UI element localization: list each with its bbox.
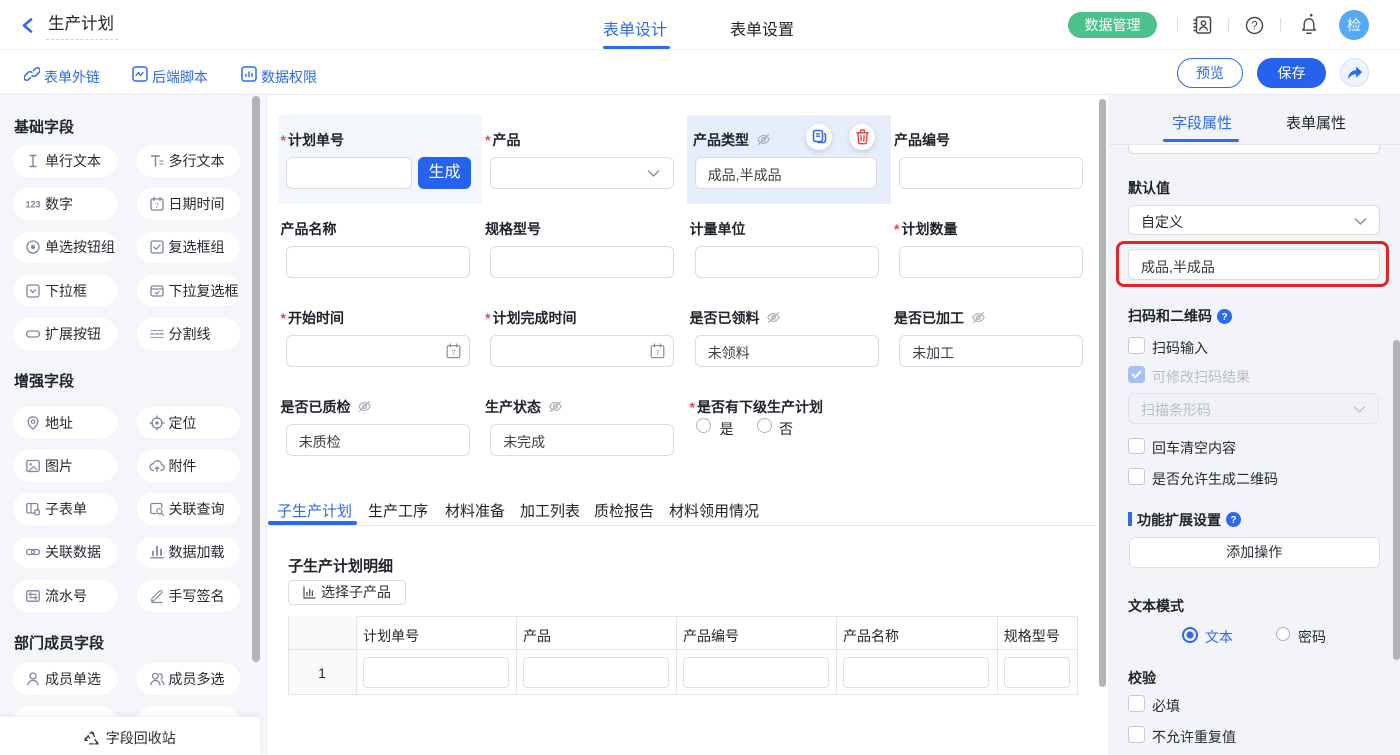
- svg-text:?: ?: [1230, 515, 1236, 526]
- svg-text:7: 7: [451, 348, 455, 357]
- svg-text:?: ?: [1251, 21, 1257, 33]
- svg-text:?: ?: [1221, 312, 1227, 323]
- svg-text:7: 7: [656, 348, 660, 357]
